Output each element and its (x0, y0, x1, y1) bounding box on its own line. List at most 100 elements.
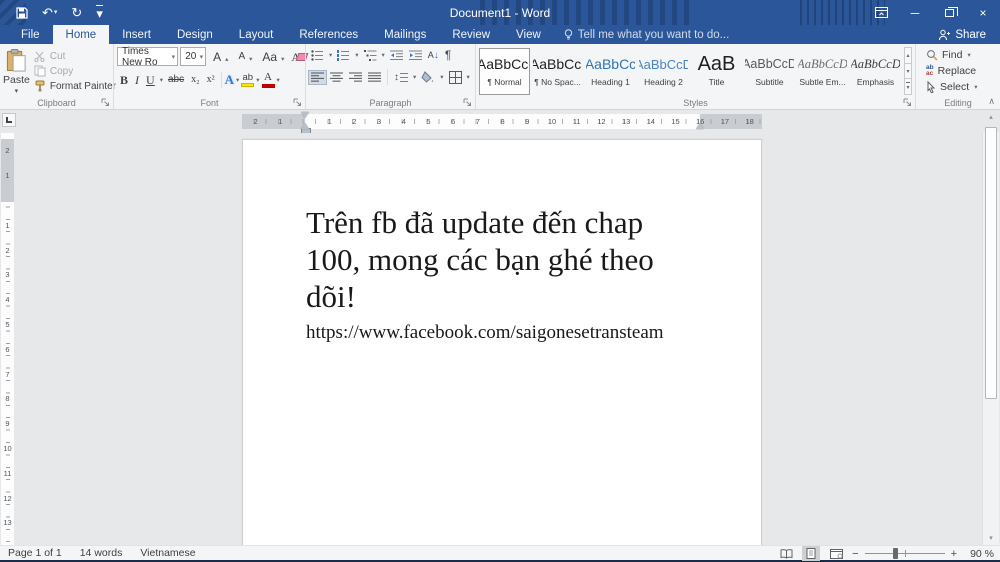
shading-button[interactable] (419, 70, 437, 84)
page-indicator[interactable]: Page 1 of 1 (8, 547, 62, 559)
document-page[interactable]: Trên fb đã update đến chap 100, mong các… (242, 139, 762, 545)
scroll-up-arrow[interactable]: ▴ (983, 110, 999, 123)
tab-design[interactable]: Design (164, 25, 226, 44)
numbering-button[interactable] (335, 49, 352, 62)
tell-me-box[interactable]: Tell me what you want to do... (554, 25, 740, 44)
tab-mailings[interactable]: Mailings (371, 25, 439, 44)
style-subtle-emphasis[interactable]: AaBbCcD Subtle Em... (797, 48, 848, 95)
bullets-button[interactable] (309, 49, 326, 62)
tab-home[interactable]: Home (53, 25, 110, 44)
language-indicator[interactable]: Vietnamese (140, 547, 195, 559)
show-hide-marks-button[interactable]: ¶ (443, 47, 453, 63)
cut-button[interactable]: Cut (34, 51, 116, 62)
print-layout-button[interactable] (802, 546, 820, 561)
font-name-combobox[interactable]: Times New Ro ▾ (117, 47, 178, 66)
style-heading2[interactable]: AaBbCcD Heading 2 (638, 48, 689, 95)
web-layout-button[interactable] (827, 546, 845, 561)
customize-qat-button[interactable]: ▾ (96, 5, 103, 20)
zoom-out-button[interactable]: − (852, 548, 858, 560)
shrink-font-button[interactable]: A▾ (233, 49, 255, 65)
replace-button[interactable]: abac Replace (926, 63, 997, 79)
read-mode-button[interactable] (777, 546, 795, 561)
grow-font-button[interactable]: A▴ (208, 49, 231, 65)
style-subtitle[interactable]: AaBbCcD Subtitle (744, 48, 795, 95)
underline-dropdown-caret[interactable]: ▾ (159, 76, 164, 84)
clipboard-dialog-launcher[interactable] (101, 98, 110, 107)
share-button[interactable]: Share (930, 25, 994, 44)
align-center-button[interactable] (328, 71, 345, 84)
style-title[interactable]: AaB Title (691, 48, 742, 95)
select-button[interactable]: Select ▾ (926, 79, 997, 95)
zoom-in-button[interactable]: + (951, 548, 957, 560)
vertical-scrollbar[interactable]: ▴ ▾ (982, 132, 999, 545)
styles-more-button[interactable]: ▾ (904, 79, 912, 95)
tab-insert[interactable]: Insert (109, 25, 164, 44)
find-button[interactable]: Find ▾ (926, 47, 997, 63)
minimize-button[interactable]: ─ (898, 0, 932, 25)
scrollbar-thumb[interactable] (985, 127, 997, 399)
line-spacing-button[interactable]: ↕ (392, 71, 410, 84)
sort-button[interactable]: A↓ (426, 49, 441, 62)
increase-indent-button[interactable] (407, 49, 424, 62)
highlight-color-button[interactable]: ab (241, 73, 254, 88)
tab-layout[interactable]: Layout (226, 25, 287, 44)
line-spacing-dropdown-caret[interactable]: ▾ (412, 73, 417, 81)
clear-formatting-button[interactable]: A (289, 50, 302, 64)
first-line-indent-marker[interactable] (301, 112, 309, 118)
zoom-slider[interactable] (865, 548, 945, 559)
superscript-button[interactable]: x² (204, 73, 218, 87)
tab-stop-selector[interactable] (2, 113, 16, 127)
close-button[interactable]: × (966, 0, 1000, 25)
undo-button[interactable]: ↶ ▾ (42, 6, 57, 19)
styles-dialog-launcher[interactable] (903, 98, 912, 107)
tab-review[interactable]: Review (439, 25, 503, 44)
left-indent-markers[interactable] (301, 112, 310, 132)
hanging-indent-marker[interactable] (301, 123, 309, 129)
tab-view[interactable]: View (503, 25, 554, 44)
paste-dropdown-caret[interactable]: ▾ (15, 87, 19, 95)
document-url-text[interactable]: https://www.facebook.com/saigonesetranst… (306, 320, 703, 345)
copy-button[interactable]: Copy (34, 65, 116, 77)
style-no-spacing[interactable]: AaBbCcI ¶ No Spac... (532, 48, 583, 95)
ribbon-display-options-button[interactable] (864, 0, 898, 25)
right-indent-marker[interactable] (696, 123, 704, 129)
undo-dropdown-caret[interactable]: ▾ (54, 9, 58, 16)
text-effects-button[interactable]: A (225, 72, 234, 88)
zoom-slider-thumb[interactable] (893, 548, 898, 559)
change-case-button[interactable]: Aa▾ (257, 49, 287, 65)
bold-button[interactable]: B (117, 73, 131, 87)
styles-scroll-up-button[interactable]: ▴ (904, 47, 912, 64)
bullets-dropdown-caret[interactable]: ▾ (328, 51, 333, 59)
tab-file[interactable]: File (8, 25, 53, 44)
multilevel-list-button[interactable] (362, 49, 379, 62)
borders-button[interactable] (447, 70, 464, 85)
font-dialog-launcher[interactable] (293, 98, 302, 107)
justify-button[interactable] (366, 71, 383, 84)
zoom-percentage[interactable]: 90 % (964, 548, 994, 560)
style-heading1[interactable]: AaBbCc Heading 1 (585, 48, 636, 95)
save-button[interactable] (16, 7, 28, 19)
document-paragraph[interactable]: Trên fb đã update đến chap 100, mong các… (306, 204, 703, 315)
subscript-button[interactable]: x₂ (188, 73, 203, 87)
font-size-combobox[interactable]: 20 ▾ (180, 47, 206, 66)
format-painter-button[interactable]: Format Painter (34, 80, 116, 92)
font-color-button[interactable]: A (262, 72, 275, 88)
style-emphasis[interactable]: AaBbCcD Emphasis (850, 48, 901, 95)
highlight-dropdown-caret[interactable]: ▾ (255, 76, 260, 84)
text-effects-dropdown-caret[interactable]: ▾ (235, 76, 240, 84)
paste-button[interactable]: Paste ▾ (3, 47, 30, 95)
strikethrough-button[interactable]: abc (165, 73, 187, 87)
font-color-dropdown-caret[interactable]: ▾ (276, 76, 281, 84)
multilevel-dropdown-caret[interactable]: ▾ (381, 51, 386, 59)
numbering-dropdown-caret[interactable]: ▾ (354, 51, 359, 59)
redo-button[interactable]: ↻ (71, 6, 82, 19)
align-left-button[interactable] (309, 71, 326, 84)
align-right-button[interactable] (347, 71, 364, 84)
tab-references[interactable]: References (286, 25, 371, 44)
borders-dropdown-caret[interactable]: ▾ (466, 73, 471, 81)
paragraph-dialog-launcher[interactable] (463, 98, 472, 107)
italic-button[interactable]: I (132, 73, 142, 87)
scroll-down-arrow[interactable]: ▾ (983, 531, 999, 544)
shading-dropdown-caret[interactable]: ▾ (439, 73, 444, 81)
underline-button[interactable]: U (143, 73, 158, 87)
